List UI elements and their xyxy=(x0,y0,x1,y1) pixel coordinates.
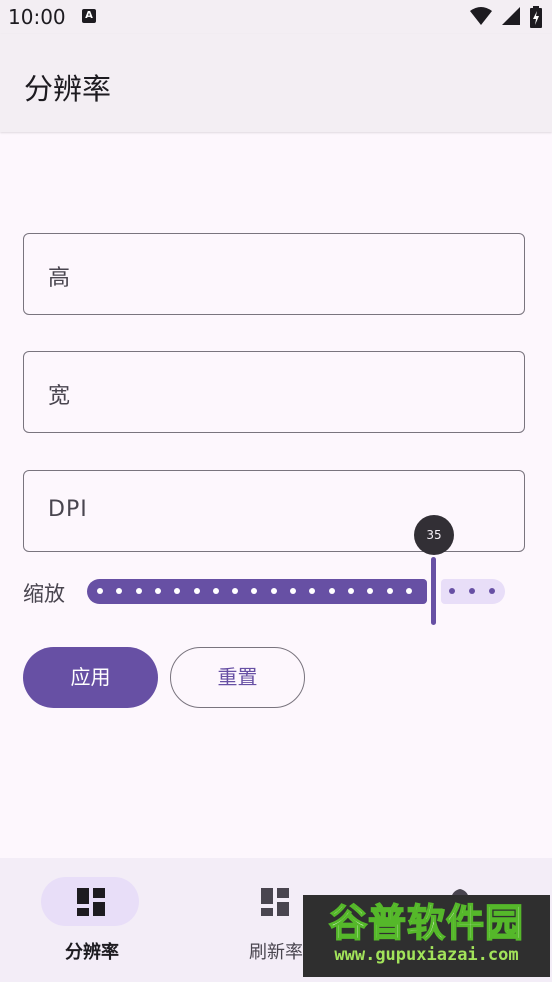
height-field[interactable]: 高 xyxy=(23,233,525,315)
cell-signal-icon xyxy=(501,7,520,25)
slider-tick-dot xyxy=(232,588,239,594)
slider-tick-dot xyxy=(193,588,200,594)
nav-label-resolution: 分辨率 xyxy=(65,942,119,963)
dashboard-icon xyxy=(261,888,289,916)
slider-tick-dot xyxy=(212,588,219,594)
scale-label: 缩放 xyxy=(23,582,65,606)
slider-tick-dot xyxy=(135,588,142,594)
watermark-title: 谷普软件园 xyxy=(328,900,524,946)
slider-tick-dot xyxy=(154,588,161,594)
slider-tick-dot xyxy=(251,588,258,594)
slider-tick-dot xyxy=(469,588,475,594)
slider-tick-dot xyxy=(174,588,181,594)
apply-button[interactable]: 应用 xyxy=(23,647,158,708)
scale-slider-handle[interactable] xyxy=(431,557,436,625)
slider-tick-dot xyxy=(347,588,354,594)
slider-tick-dot xyxy=(489,588,495,594)
dashboard-icon xyxy=(77,888,105,916)
app-bar: 分辨率 xyxy=(0,34,552,132)
status-icons xyxy=(466,6,542,28)
width-field-label: 宽 xyxy=(48,384,72,409)
slider-tick-dot xyxy=(309,588,316,594)
scale-slider-active-track[interactable] xyxy=(87,579,427,604)
page-title: 分辨率 xyxy=(24,72,112,106)
dpi-field-label: DPI xyxy=(48,497,88,522)
slider-tick-dot xyxy=(290,588,296,594)
battery-charging-icon xyxy=(530,6,542,28)
scale-slider-inactive-track[interactable] xyxy=(441,579,505,604)
height-field-label: 高 xyxy=(48,266,72,291)
slider-tick-dot xyxy=(449,588,455,594)
reset-button[interactable]: 重置 xyxy=(170,647,305,708)
slider-tick-dot xyxy=(270,588,277,594)
status-bar: 10:00 A xyxy=(0,0,552,34)
slider-tick-dot xyxy=(405,588,412,594)
slider-tick-dot xyxy=(97,588,103,594)
slider-tick-dot xyxy=(367,588,374,594)
nav-item-resolution[interactable]: 分辨率 xyxy=(0,858,184,982)
slider-tick-dot xyxy=(116,588,123,594)
scale-value-tooltip: 35 xyxy=(414,515,454,555)
wifi-icon xyxy=(469,7,492,25)
watermark-logo: 谷普软件园 www.gupuxiazai.com xyxy=(303,895,550,977)
slider-tick-dot xyxy=(328,588,335,594)
width-field[interactable]: 宽 xyxy=(23,351,525,433)
status-time: 10:00 xyxy=(8,5,66,29)
slider-tick-dot xyxy=(386,588,393,594)
text-a-icon: A xyxy=(82,9,96,23)
watermark-url: www.gupuxiazai.com xyxy=(334,945,519,965)
